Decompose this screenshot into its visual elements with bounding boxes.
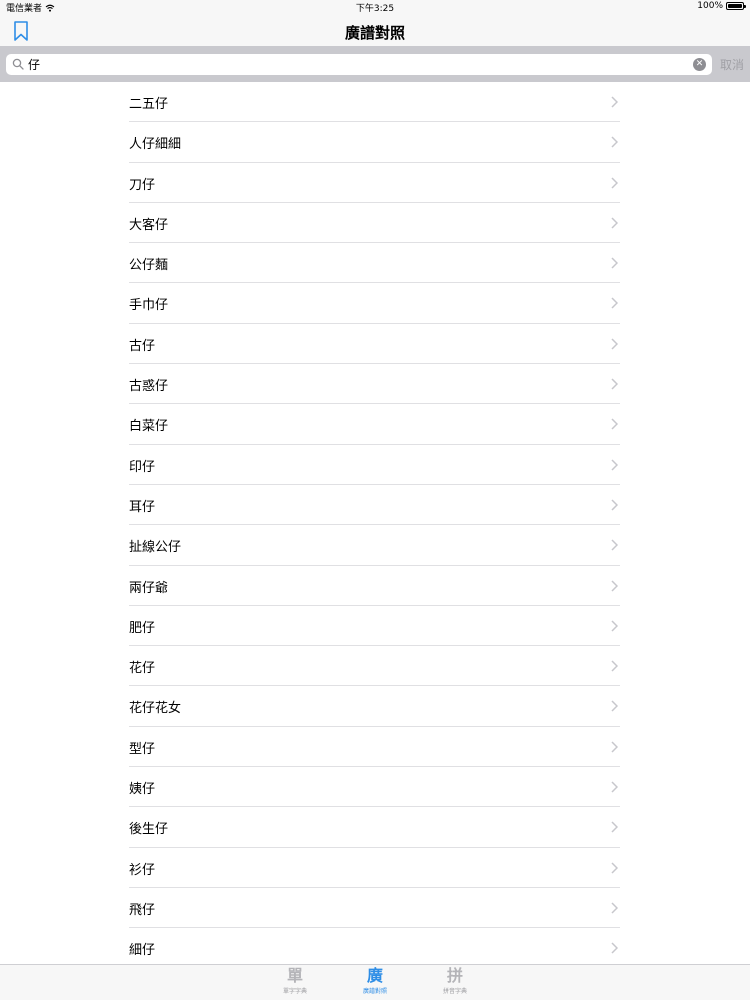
list-item[interactable]: 型仔 [129, 727, 620, 768]
results-list: 二五仔人仔細細刀仔大客仔公仔麵手巾仔古仔古惑仔白菜仔印仔耳仔扯線公仔兩仔爺肥仔花… [0, 82, 750, 964]
list-item-label: 白菜仔 [129, 419, 169, 435]
list-item[interactable]: 花仔 [129, 646, 620, 687]
list-item-label: 耳仔 [129, 499, 156, 515]
chevron-right-icon [611, 539, 618, 551]
navigation-bar: 廣譜對照 [0, 14, 750, 46]
chevron-right-icon [611, 620, 618, 632]
search-field[interactable]: ✕ [6, 54, 712, 75]
list-item-label: 手巾仔 [129, 298, 169, 314]
chevron-right-icon [611, 459, 618, 471]
cancel-button[interactable]: 取消 [720, 56, 744, 73]
list-item[interactable]: 古仔 [129, 324, 620, 365]
list-item-label: 古仔 [129, 338, 156, 354]
list-item[interactable]: 姨仔 [129, 767, 620, 808]
tab-label: 拼音字典 [442, 988, 467, 995]
list-item[interactable]: 扯線公仔 [129, 525, 620, 566]
list-item[interactable]: 刀仔 [129, 163, 620, 203]
list-item[interactable]: 印仔 [129, 445, 620, 485]
list-item-label: 花仔花女 [129, 701, 182, 717]
chevron-right-icon [611, 902, 618, 914]
chevron-right-icon [611, 136, 618, 148]
list-item-label: 花仔 [129, 661, 156, 677]
list-item-label: 飛仔 [129, 902, 156, 918]
search-bar: ✕ 取消 [0, 46, 750, 82]
chevron-right-icon [611, 378, 618, 390]
chevron-right-icon [611, 96, 618, 108]
tab-1[interactable]: 單單字字典 [260, 965, 330, 1000]
list-item[interactable]: 人仔細細 [129, 122, 620, 163]
list-item-label: 後生仔 [129, 822, 169, 838]
list-item-label: 肥仔 [129, 620, 156, 636]
list-item[interactable]: 公仔麵 [129, 243, 620, 284]
chevron-right-icon [611, 942, 618, 954]
tab-icon: 廣 [366, 966, 383, 985]
status-bar: 電信業者 下午3:25 100% [0, 0, 750, 14]
list-item[interactable]: 飛仔 [129, 888, 620, 929]
list-item[interactable]: 耳仔 [129, 485, 620, 526]
list-item-label: 兩仔爺 [129, 580, 169, 596]
chevron-right-icon [611, 418, 618, 430]
list-item[interactable]: 花仔花女 [129, 686, 620, 727]
chevron-right-icon [611, 177, 618, 189]
search-input[interactable] [28, 54, 688, 75]
list-item-label: 古惑仔 [129, 379, 169, 395]
tab-icon: 拼 [446, 966, 463, 985]
status-battery: 100% [697, 1, 746, 11]
chevron-right-icon [611, 741, 618, 753]
page-title: 廣譜對照 [344, 24, 405, 42]
tab-label: 單字字典 [282, 988, 307, 995]
list-item-label: 刀仔 [129, 177, 156, 193]
tab-2[interactable]: 廣廣譜對照 [340, 965, 410, 1000]
tab-icon: 單 [286, 966, 303, 985]
list-item[interactable]: 衫仔 [129, 848, 620, 888]
list-item[interactable]: 兩仔爺 [129, 566, 620, 606]
list-item[interactable]: 二五仔 [129, 82, 620, 123]
clear-search-icon[interactable]: ✕ [693, 58, 706, 71]
tab-3[interactable]: 拼拼音字典 [420, 965, 490, 1000]
chevron-right-icon [611, 499, 618, 511]
list-item-label: 姨仔 [129, 782, 156, 798]
chevron-right-icon [611, 338, 618, 350]
list-item[interactable]: 大客仔 [129, 203, 620, 244]
list-item[interactable]: 後生仔 [129, 807, 620, 848]
list-item[interactable]: 手巾仔 [129, 283, 620, 324]
list-item-label: 衫仔 [129, 862, 156, 878]
battery-icon [726, 2, 746, 10]
list-item-label: 扯線公仔 [129, 540, 182, 556]
list-item-label: 二五仔 [129, 97, 169, 112]
chevron-right-icon [611, 862, 618, 874]
tab-label: 廣譜對照 [362, 988, 387, 995]
chevron-right-icon [611, 297, 618, 310]
chevron-right-icon [611, 821, 618, 833]
chevron-right-icon [611, 660, 618, 672]
list-item-label: 型仔 [129, 741, 156, 757]
search-icon [12, 58, 24, 70]
status-time: 下午3:25 [355, 4, 395, 14]
list-item[interactable]: 肥仔 [129, 606, 620, 647]
battery-percent: 100% [697, 1, 723, 11]
chevron-right-icon [611, 781, 618, 793]
list-item-label: 印仔 [129, 459, 156, 475]
list-item-label: 人仔細細 [129, 137, 182, 153]
list-item[interactable]: 古惑仔 [129, 364, 620, 405]
list-item-label: 大客仔 [129, 217, 169, 233]
tab-bar: 單單字字典廣廣譜對照拼拼音字典 [0, 964, 750, 1000]
list-item[interactable]: 白菜仔 [129, 404, 620, 445]
list-item[interactable]: 細仔 [129, 928, 620, 964]
list-item-label: 細仔 [129, 943, 156, 959]
chevron-right-icon [611, 580, 618, 592]
list-item-label: 公仔麵 [129, 258, 169, 274]
chevron-right-icon [611, 700, 618, 712]
chevron-right-icon [611, 217, 618, 229]
chevron-right-icon [611, 257, 618, 269]
